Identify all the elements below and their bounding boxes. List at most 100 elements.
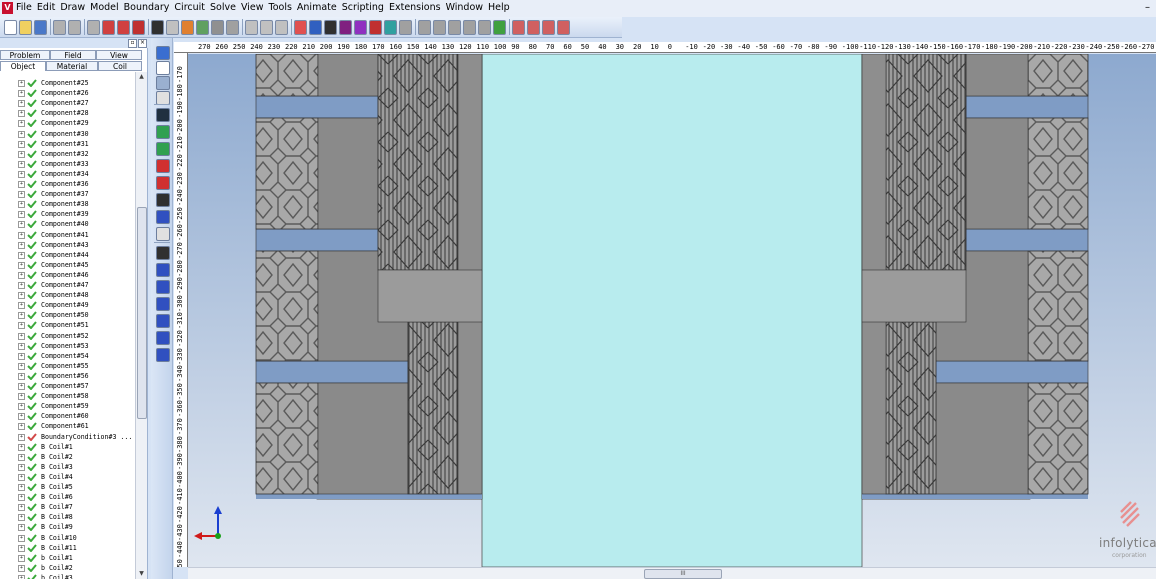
tree-row[interactable]: + B Coil#2	[0, 452, 135, 462]
pointer-icon[interactable]	[156, 108, 170, 122]
tree-row[interactable]: + Component#43	[0, 240, 135, 250]
new-file-icon[interactable]	[4, 20, 17, 35]
ball-icon[interactable]	[369, 20, 382, 35]
build-icon[interactable]	[181, 20, 194, 35]
open-file-icon[interactable]	[19, 20, 32, 35]
menu-draw[interactable]: Draw	[60, 2, 85, 13]
cylinder-icon[interactable]	[324, 20, 337, 35]
torus-icon[interactable]	[354, 20, 367, 35]
tab-view[interactable]: View	[96, 50, 142, 60]
menu-tools[interactable]: Tools	[269, 2, 292, 13]
expand-icon[interactable]: +	[18, 312, 25, 320]
menu-help[interactable]: Help	[488, 2, 510, 13]
tree-row[interactable]: + Component#53	[0, 341, 135, 351]
menu-model[interactable]: Model	[90, 2, 119, 13]
cone-icon[interactable]	[339, 20, 352, 35]
axis-xy-icon[interactable]	[156, 348, 170, 362]
tree-row[interactable]: + BoundaryCondition#3 ...	[0, 432, 135, 442]
tab-field[interactable]: Field	[50, 50, 96, 60]
ungroup-icon[interactable]	[463, 20, 476, 35]
expand-icon[interactable]: +	[18, 271, 25, 279]
expand-icon[interactable]: +	[18, 181, 25, 188]
tree-row[interactable]: + Component#29	[0, 118, 135, 128]
text-icon[interactable]	[151, 20, 164, 35]
expand-icon[interactable]: +	[18, 453, 25, 461]
minimize-button[interactable]: –	[1145, 2, 1150, 13]
tree-row[interactable]: + Component#57	[0, 381, 135, 391]
tree-row[interactable]: + Component#37	[0, 189, 135, 199]
tree-row[interactable]: + Component#38	[0, 199, 135, 209]
animate-2-icon[interactable]	[527, 20, 540, 35]
menu-window[interactable]: Window	[446, 2, 483, 13]
tree-row[interactable]: + B Coil#1	[0, 442, 135, 452]
redo-icon[interactable]	[87, 20, 100, 35]
tab-material[interactable]: Material	[46, 61, 98, 71]
expand-icon[interactable]: +	[18, 150, 25, 158]
expand-icon[interactable]: +	[18, 403, 25, 411]
tree-row[interactable]: + b Coil#2	[0, 563, 135, 573]
app-icon[interactable]: V	[2, 2, 13, 14]
distribute-icon[interactable]	[433, 20, 446, 35]
expand-icon[interactable]: +	[18, 372, 25, 380]
menu-boundary[interactable]: Boundary	[124, 2, 170, 13]
expand-icon[interactable]: +	[18, 140, 25, 148]
tree-row[interactable]: + Component#60	[0, 411, 135, 421]
expand-icon[interactable]: +	[18, 423, 25, 431]
tree-row[interactable]: + Component#48	[0, 290, 135, 300]
tree-row[interactable]: + Component#55	[0, 361, 135, 371]
tree-row[interactable]: + b Coil#3	[0, 573, 135, 579]
tree-row[interactable]: + B Coil#3	[0, 462, 135, 472]
tree-row[interactable]: + Component#39	[0, 209, 135, 219]
group-icon[interactable]	[448, 20, 461, 35]
tree-row[interactable]: + Component#32	[0, 149, 135, 159]
expand-icon[interactable]: +	[18, 332, 25, 340]
scroll-down-arrow-icon[interactable]: ▼	[137, 569, 146, 578]
cut-a-icon[interactable]	[156, 159, 170, 173]
move-icon[interactable]	[245, 20, 258, 35]
tree-row[interactable]: + B Coil#9	[0, 522, 135, 532]
tree-row[interactable]: + Component#47	[0, 280, 135, 290]
tree-scrollbar[interactable]: ▲ ▼	[135, 72, 147, 579]
solve-icon[interactable]	[493, 20, 506, 35]
pyramid-icon[interactable]	[384, 20, 397, 35]
tree-row[interactable]: + B Coil#4	[0, 472, 135, 482]
expand-icon[interactable]: +	[18, 201, 25, 209]
draw-circle-icon[interactable]	[132, 20, 145, 35]
menu-file[interactable]: File	[16, 2, 32, 13]
expand-icon[interactable]: +	[18, 221, 25, 229]
expand-icon[interactable]: +	[18, 261, 25, 269]
panel-restore-button[interactable]: ▫	[128, 39, 137, 48]
tree-row[interactable]: + b Coil#1	[0, 553, 135, 563]
tree-row[interactable]: + Component#59	[0, 401, 135, 411]
magnifier-icon[interactable]	[156, 246, 170, 260]
axis-z-icon[interactable]	[156, 297, 170, 311]
menu-circuit[interactable]: Circuit	[174, 2, 205, 13]
expand-icon[interactable]: +	[18, 80, 25, 87]
expand-icon[interactable]: +	[18, 100, 25, 108]
delete-icon[interactable]	[166, 20, 179, 35]
axis-y-icon[interactable]	[156, 280, 170, 294]
tree-row[interactable]: + Component#41	[0, 230, 135, 240]
animate-1-icon[interactable]	[512, 20, 525, 35]
menu-solve[interactable]: Solve	[210, 2, 236, 13]
expand-icon[interactable]: +	[18, 211, 25, 219]
select-tool-icon[interactable]	[156, 46, 170, 60]
tree-row[interactable]: + B Coil#8	[0, 512, 135, 522]
expand-icon[interactable]: +	[18, 494, 25, 502]
expand-icon[interactable]: +	[18, 231, 25, 239]
animate-4-icon[interactable]	[557, 20, 570, 35]
tree-row[interactable]: + Component#26	[0, 88, 135, 98]
tree-row[interactable]: + Component#33	[0, 159, 135, 169]
expand-icon[interactable]: +	[18, 554, 25, 562]
menu-animate[interactable]: Animate	[297, 2, 337, 13]
expand-icon[interactable]: +	[18, 484, 25, 491]
expand-icon[interactable]: +	[18, 383, 25, 390]
scroll-up-arrow-icon[interactable]: ▲	[137, 72, 146, 81]
expand-icon[interactable]: +	[18, 342, 25, 350]
canvas-horizontal-scrollbar[interactable]: III	[188, 567, 1156, 579]
align-icon[interactable]	[418, 20, 431, 35]
tree-row[interactable]: + Component#44	[0, 250, 135, 260]
expand-icon[interactable]: +	[18, 241, 25, 249]
cut-icon[interactable]	[53, 20, 66, 35]
tree-row[interactable]: + Component#40	[0, 219, 135, 229]
